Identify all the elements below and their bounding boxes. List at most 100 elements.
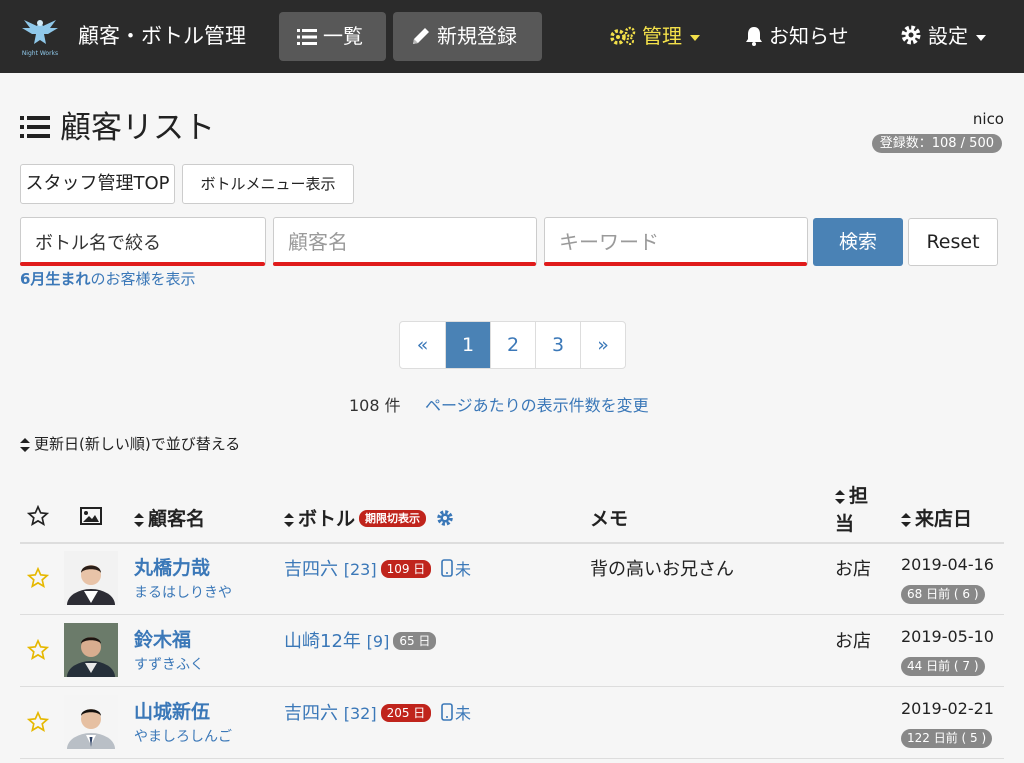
customer-name[interactable]: 丸橋力哉 — [134, 553, 210, 580]
new-button-label: 新規登録 — [437, 24, 517, 48]
page-title-text: 顧客リスト — [60, 110, 215, 146]
birth-month-suffix: のお客様を表示 — [90, 270, 196, 288]
bottle-name: 山崎12年 — [284, 631, 361, 652]
row-divider — [20, 758, 1004, 759]
customer-kana[interactable]: やましろしんご — [134, 726, 232, 746]
birth-month: 6月生まれ — [20, 270, 91, 288]
bottle-header-label: ボトル — [298, 508, 356, 530]
pagination-prev[interactable]: « — [400, 322, 445, 368]
unread-mark: 未 — [455, 560, 472, 579]
days-badge: 109 日 — [380, 560, 432, 578]
pencil-icon — [413, 28, 429, 44]
pagination-page-3[interactable]: 3 — [535, 322, 580, 368]
keyword-input[interactable] — [544, 217, 808, 266]
star-outline-icon[interactable] — [27, 711, 49, 733]
total-count: 108 件 — [349, 396, 401, 415]
image-icon — [80, 507, 102, 525]
avatar[interactable] — [64, 551, 118, 605]
sort-label: 更新日(新しい順)で並び替える — [34, 435, 241, 453]
customer-photo — [64, 551, 118, 605]
staff-cell: お店 — [835, 559, 871, 580]
admin-menu[interactable]: 管理 — [610, 20, 700, 52]
customer-name-input[interactable] — [273, 217, 537, 266]
bottle-menu-button[interactable]: ボトルメニュー表示 — [182, 164, 354, 204]
visit-ago-badge: 122 日前 ( 5 ) — [901, 729, 993, 748]
bottle-count: [23] — [343, 560, 377, 579]
pagination-page-1[interactable]: 1 — [445, 322, 490, 368]
visit-ago-badge: 44 日前 ( 7 ) — [901, 657, 985, 676]
bell-icon — [746, 27, 762, 46]
mobile-icon — [441, 559, 453, 577]
list-button[interactable]: 一覧 — [279, 12, 386, 61]
staff-column-header[interactable]: 担当 — [835, 482, 868, 538]
gears-icon — [610, 26, 636, 45]
username: nico — [972, 110, 1004, 128]
list-icon — [297, 29, 317, 45]
bottle-count: [9] — [366, 632, 390, 651]
customer-name[interactable]: 鈴木福 — [134, 625, 191, 652]
settings-menu[interactable]: 設定 — [900, 20, 986, 52]
customer-photo — [64, 623, 118, 677]
bottle-name: 吉四六 — [284, 559, 338, 580]
memo-cell: 背の高いお兄さん — [590, 559, 734, 580]
bottle-cell[interactable]: 山崎12年 [9] 65 日 — [284, 627, 437, 653]
favorite-column-header[interactable] — [26, 504, 50, 535]
notice-menu[interactable]: お知らせ — [745, 20, 849, 52]
notice-label: お知らせ — [769, 24, 849, 48]
visit-ago-badge: 68 日前 ( 6 ) — [901, 585, 985, 604]
red-underline — [544, 262, 807, 266]
customer-kana[interactable]: まるはしりきや — [134, 582, 232, 602]
sort-icon — [134, 512, 144, 527]
visit-header-label: 来店日 — [915, 508, 973, 530]
mobile-icon — [441, 703, 453, 721]
sort-by-updated-link[interactable]: 更新日(新しい順)で並び替える — [20, 433, 240, 454]
pagination-page-2[interactable]: 2 — [490, 322, 535, 368]
visit-date: 2019-02-21 — [901, 699, 994, 718]
visit-column-header[interactable]: 来店日 — [901, 505, 972, 533]
row-divider — [20, 614, 1004, 615]
bottle-cell[interactable]: 吉四六 [23] 109 日 未 — [284, 555, 471, 581]
logo-text: Night Works — [22, 50, 58, 57]
bottle-count: [32] — [343, 704, 377, 723]
navbar: Night Works 顧客・ボトル管理 一覧 新規登録 管理 お知らせ 設定 — [0, 0, 1024, 73]
red-underline — [273, 262, 536, 266]
gear-icon[interactable] — [436, 509, 454, 527]
red-underline — [20, 262, 265, 266]
reset-button[interactable]: Reset — [908, 218, 998, 266]
avatar[interactable] — [64, 623, 118, 677]
sort-icon — [284, 512, 294, 527]
customer-name[interactable]: 山城新伍 — [134, 697, 210, 724]
bottle-filter-input[interactable] — [20, 217, 266, 266]
row-divider — [20, 686, 1004, 687]
pagination-next[interactable]: » — [580, 322, 625, 368]
list-button-label: 一覧 — [323, 24, 363, 48]
customer-photo — [64, 695, 118, 749]
customer-kana[interactable]: すずきふく — [134, 654, 204, 674]
birth-month-link[interactable]: 6月生まれのお客様を表示 — [20, 268, 195, 289]
star-outline-icon[interactable] — [27, 639, 49, 661]
brand-logo[interactable]: Night Works — [20, 14, 60, 58]
avatar[interactable] — [64, 695, 118, 749]
bottle-column-header[interactable]: ボトル 期限切表示 — [284, 505, 454, 533]
star-outline-icon[interactable] — [27, 567, 49, 589]
search-button[interactable]: 検索 — [813, 218, 903, 266]
staff-top-button[interactable]: スタッフ管理TOP — [20, 164, 175, 204]
bottle-cell[interactable]: 吉四六 [32] 205 日 未 — [284, 699, 471, 725]
table-header-divider — [20, 542, 1004, 544]
page-title: 顧客リスト — [20, 106, 215, 150]
photo-column-header — [80, 505, 102, 533]
sort-icon — [20, 437, 30, 452]
chevron-down-icon — [690, 34, 700, 41]
registration-count-badge: 登録数：108 / 500 — [871, 134, 1002, 153]
days-badge: 65 日 — [393, 632, 437, 650]
name-column-header[interactable]: 顧客名 — [134, 505, 205, 533]
new-registration-button[interactable]: 新規登録 — [393, 12, 542, 61]
bottle-name: 吉四六 — [284, 703, 338, 724]
days-badge: 205 日 — [380, 704, 432, 722]
brand-title[interactable]: 顧客・ボトル管理 — [78, 20, 246, 52]
expired-toggle-badge[interactable]: 期限切表示 — [359, 510, 427, 527]
pagination: « 1 2 3 » — [399, 321, 626, 369]
per-page-link[interactable]: ページあたりの表示件数を変更 — [425, 392, 649, 416]
eagle-logo-icon: Night Works — [22, 20, 58, 57]
sort-icon — [901, 512, 911, 527]
